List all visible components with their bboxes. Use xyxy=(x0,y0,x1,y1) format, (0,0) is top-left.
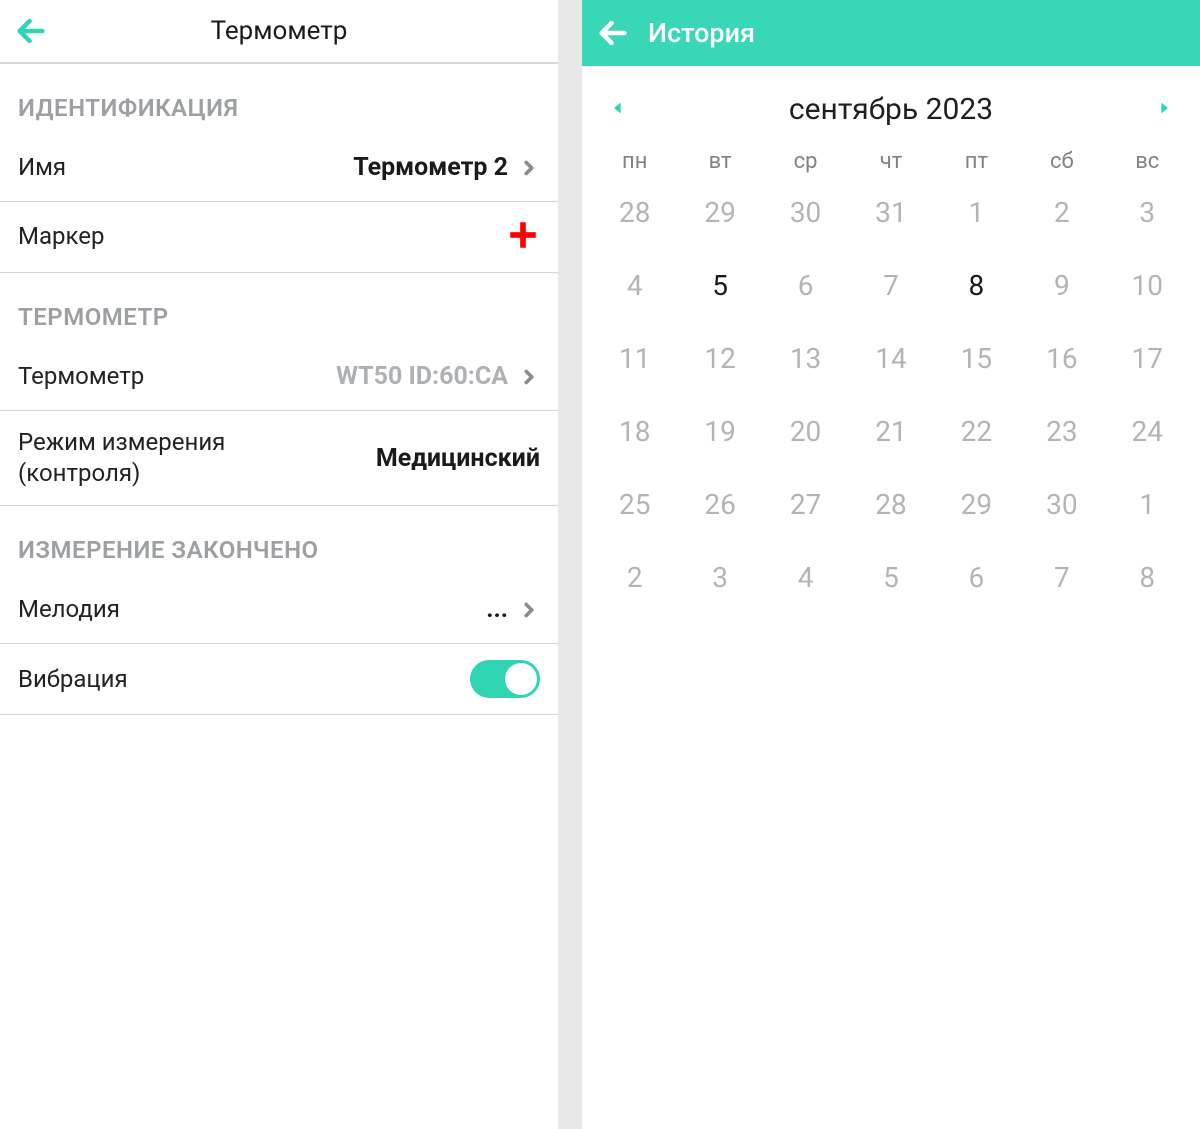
month-navigation: сентябрь 2023 xyxy=(582,66,1200,149)
plus-icon xyxy=(506,218,540,256)
row-name[interactable]: Имя Термометр 2 xyxy=(0,134,558,202)
calendar-day[interactable]: 7 xyxy=(848,269,933,302)
calendar-day[interactable]: 28 xyxy=(592,196,677,229)
row-value: ... xyxy=(486,595,540,624)
calendar-day[interactable]: 4 xyxy=(592,269,677,302)
month-label: сентябрь 2023 xyxy=(789,92,993,127)
calendar-day[interactable]: 10 xyxy=(1105,269,1190,302)
weekday-label: пт xyxy=(934,149,1019,174)
back-arrow-icon[interactable] xyxy=(14,14,48,48)
toggle-knob xyxy=(505,663,537,695)
weekday-label: чт xyxy=(848,149,933,174)
row-label: Вибрация xyxy=(18,664,128,695)
calendar-day[interactable]: 19 xyxy=(677,415,762,448)
calendar-day[interactable]: 6 xyxy=(934,561,1019,594)
calendar-day[interactable]: 3 xyxy=(677,561,762,594)
mode-value: Медицинский xyxy=(376,444,540,473)
row-value: Термометр 2 xyxy=(353,153,540,182)
section-header-measurement-done: ИЗМЕРЕНИЕ ЗАКОНЧЕНО xyxy=(0,506,558,576)
row-label: Имя xyxy=(18,152,66,183)
row-label: Маркер xyxy=(18,221,104,252)
page-title: История xyxy=(648,17,755,49)
calendar-day[interactable]: 6 xyxy=(763,269,848,302)
chevron-right-icon xyxy=(518,363,540,391)
calendar: пнвтсрчтптсбвс 2829303112345678910111213… xyxy=(582,149,1200,624)
calendar-day[interactable]: 9 xyxy=(1019,269,1104,302)
row-vibration: Вибрация xyxy=(0,644,558,715)
calendar-day[interactable]: 2 xyxy=(592,561,677,594)
calendar-day[interactable]: 1 xyxy=(934,196,1019,229)
calendar-day[interactable]: 5 xyxy=(677,269,762,302)
chevron-right-icon xyxy=(518,154,540,182)
prev-month-icon[interactable] xyxy=(610,98,626,122)
row-marker[interactable]: Маркер xyxy=(0,202,558,273)
section-header-identification: ИДЕНТИФИКАЦИЯ xyxy=(0,64,558,134)
calendar-day[interactable]: 18 xyxy=(592,415,677,448)
chevron-right-icon xyxy=(518,596,540,624)
row-label: Режим измерения (контроля) xyxy=(18,427,278,489)
calendar-day[interactable]: 4 xyxy=(763,561,848,594)
settings-screen: Термометр ИДЕНТИФИКАЦИЯ Имя Термометр 2 … xyxy=(0,0,558,1129)
calendar-day[interactable]: 30 xyxy=(1019,488,1104,521)
calendar-day[interactable]: 29 xyxy=(677,196,762,229)
weekday-label: вс xyxy=(1105,149,1190,174)
calendar-day[interactable]: 12 xyxy=(677,342,762,375)
calendar-day[interactable]: 14 xyxy=(848,342,933,375)
calendar-weekday-row: пнвтсрчтптсбвс xyxy=(592,149,1190,196)
row-label: Мелодия xyxy=(18,594,120,625)
back-arrow-icon[interactable] xyxy=(596,16,630,50)
page-title: Термометр xyxy=(0,16,558,46)
calendar-day[interactable]: 28 xyxy=(848,488,933,521)
calendar-day[interactable]: 8 xyxy=(934,269,1019,302)
calendar-day[interactable]: 5 xyxy=(848,561,933,594)
calendar-day[interactable]: 7 xyxy=(1019,561,1104,594)
history-header: История xyxy=(582,0,1200,66)
calendar-day[interactable]: 31 xyxy=(848,196,933,229)
vibration-toggle[interactable] xyxy=(470,660,540,698)
device-value: WT50 ID:60:CA xyxy=(336,362,508,391)
calendar-day[interactable]: 8 xyxy=(1105,561,1190,594)
calendar-grid: 2829303112345678910111213141516171819202… xyxy=(592,196,1190,624)
melody-value: ... xyxy=(486,595,508,624)
settings-header: Термометр xyxy=(0,0,558,64)
calendar-day[interactable]: 25 xyxy=(592,488,677,521)
calendar-day[interactable]: 26 xyxy=(677,488,762,521)
calendar-day[interactable]: 16 xyxy=(1019,342,1104,375)
section-header-thermometer: ТЕРМОМЕТР xyxy=(0,273,558,343)
row-device[interactable]: Термометр WT50 ID:60:CA xyxy=(0,343,558,411)
calendar-day[interactable]: 23 xyxy=(1019,415,1104,448)
calendar-day[interactable]: 11 xyxy=(592,342,677,375)
history-screen: История сентябрь 2023 пнвтсрчтптсбвс 282… xyxy=(582,0,1200,1129)
calendar-day[interactable]: 3 xyxy=(1105,196,1190,229)
row-mode[interactable]: Режим измерения (контроля) Медицинский xyxy=(0,411,558,506)
calendar-day[interactable]: 2 xyxy=(1019,196,1104,229)
name-value: Термометр 2 xyxy=(353,153,508,182)
calendar-day[interactable]: 30 xyxy=(763,196,848,229)
calendar-day[interactable]: 29 xyxy=(934,488,1019,521)
weekday-label: ср xyxy=(763,149,848,174)
row-melody[interactable]: Мелодия ... xyxy=(0,576,558,644)
calendar-day[interactable]: 13 xyxy=(763,342,848,375)
weekday-label: сб xyxy=(1019,149,1104,174)
calendar-day[interactable]: 1 xyxy=(1105,488,1190,521)
calendar-day[interactable]: 21 xyxy=(848,415,933,448)
calendar-day[interactable]: 27 xyxy=(763,488,848,521)
row-value: WT50 ID:60:CA xyxy=(336,362,540,391)
weekday-label: пн xyxy=(592,149,677,174)
calendar-day[interactable]: 20 xyxy=(763,415,848,448)
next-month-icon[interactable] xyxy=(1156,98,1172,122)
row-label: Термометр xyxy=(18,361,144,392)
calendar-day[interactable]: 17 xyxy=(1105,342,1190,375)
calendar-day[interactable]: 24 xyxy=(1105,415,1190,448)
weekday-label: вт xyxy=(677,149,762,174)
calendar-day[interactable]: 15 xyxy=(934,342,1019,375)
calendar-day[interactable]: 22 xyxy=(934,415,1019,448)
